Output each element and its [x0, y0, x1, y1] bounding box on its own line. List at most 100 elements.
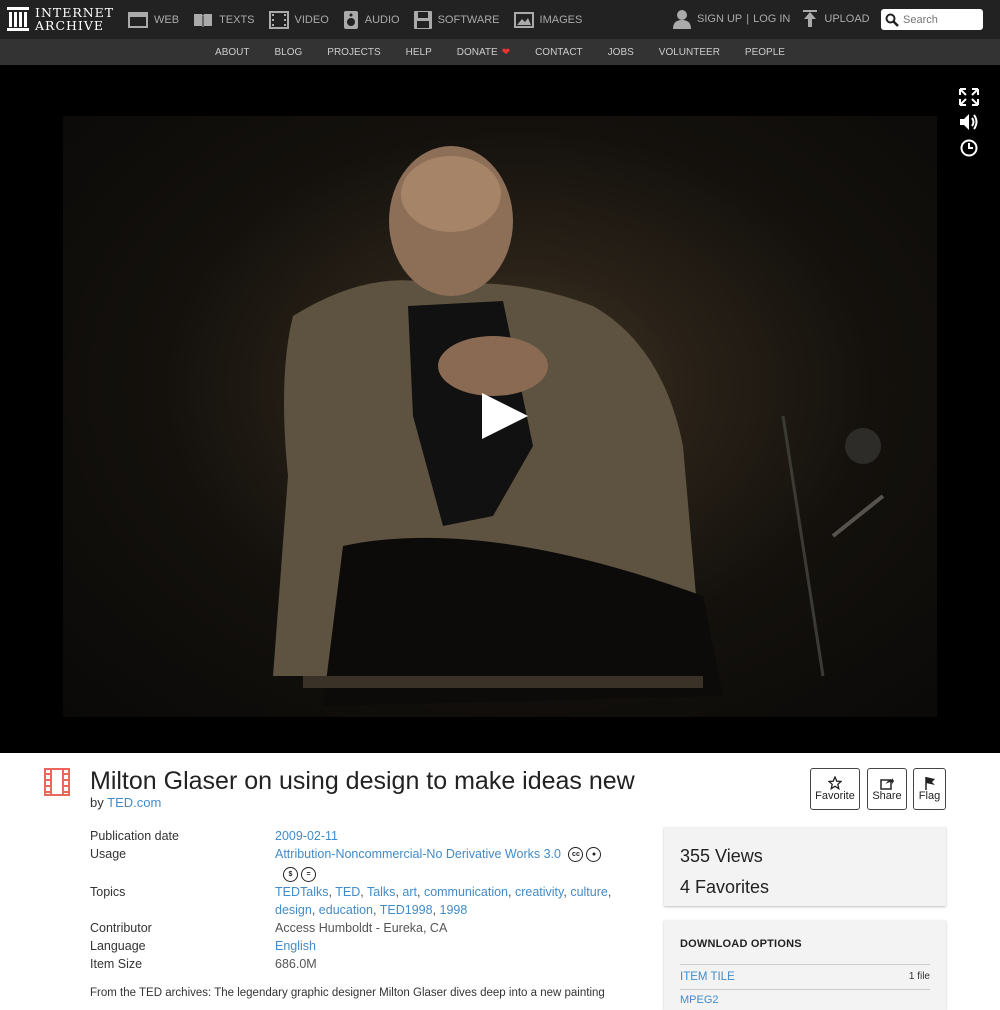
upload-label: UPLOAD — [824, 13, 870, 25]
subnav-about[interactable]: ABOUT — [215, 47, 249, 58]
search-box — [881, 9, 983, 30]
license-icons: cc ● — [568, 847, 602, 863]
nav-images-label: IMAGES — [539, 13, 583, 26]
search-icon[interactable] — [885, 13, 899, 27]
publication-date-link[interactable]: 2009-02-11 — [275, 829, 338, 843]
download-options-panel: DOWNLOAD OPTIONS ITEM TILE 1 file MPEG2 — [664, 920, 946, 1010]
internet-archive-logo[interactable]: INTERNET ARCHIVE — [7, 6, 114, 32]
no-derivatives-icon[interactable]: = — [301, 867, 316, 883]
volume-icon[interactable] — [958, 112, 980, 132]
views-count: 355 Views — [680, 846, 763, 866]
log-in-link[interactable]: LOG IN — [753, 13, 790, 25]
clock-icon[interactable] — [958, 138, 980, 158]
creator-link[interactable]: TED.com — [107, 795, 161, 810]
share-button[interactable]: Share — [867, 768, 907, 810]
nav-images[interactable]: IMAGES — [513, 11, 583, 28]
topic-link[interactable]: Talks — [367, 885, 395, 899]
topic-link[interactable]: communication — [424, 885, 508, 899]
logo-line-2: ARCHIVE — [35, 18, 104, 33]
subnav-donate-label: DONATE — [456, 46, 498, 58]
share-icon — [880, 778, 894, 790]
stats-panel: 355 Views 4 Favorites — [664, 827, 946, 906]
topic-link[interactable]: 1998 — [440, 903, 468, 917]
download-options-title: DOWNLOAD OPTIONS — [680, 938, 802, 950]
noncommercial-icon[interactable]: $ — [283, 867, 298, 883]
subnav-projects[interactable]: PROJECTS — [327, 47, 380, 58]
download-row-next[interactable]: MPEG2 — [680, 989, 930, 1006]
meta-contributor: Contributor Access Humboldt - Eureka, CA — [90, 919, 620, 937]
software-icon — [413, 10, 432, 29]
meta-topics: Topics TEDTalks, TED, Talks, art, commun… — [90, 883, 620, 919]
meta-usage: Usage Attribution-Noncommercial-No Deriv… — [90, 845, 620, 883]
nav-texts[interactable]: TEXTS — [193, 12, 255, 28]
nav-web[interactable]: WEB — [128, 11, 180, 28]
nav-video-label: VIDEO — [294, 13, 329, 26]
star-icon — [828, 776, 842, 790]
upload-icon — [803, 10, 818, 27]
attribution-icon[interactable]: ● — [586, 847, 602, 863]
subnav-help[interactable]: HELP — [406, 47, 432, 58]
subnav-blog[interactable]: BLOG — [274, 47, 302, 58]
meta-item-size: Item Size 686.0M — [90, 955, 620, 973]
texts-icon — [194, 13, 213, 27]
secondary-navigation: ABOUT BLOG PROJECTS HELP DONATE ❤ CONTACT… — [0, 39, 1000, 65]
item-title: Milton Glaser on using design to make id… — [90, 767, 635, 795]
usage-label: Usage — [90, 847, 127, 861]
user-menu: SIGN UP | LOG IN UPLOAD — [673, 9, 870, 29]
fullscreen-icon[interactable] — [958, 87, 980, 107]
archive-building-icon — [7, 7, 29, 31]
play-button[interactable] — [482, 393, 528, 439]
upload-link[interactable]: UPLOAD — [802, 10, 870, 28]
subnav-volunteer[interactable]: VOLUNTEER — [659, 47, 720, 58]
nav-software-label: SOFTWARE — [437, 13, 500, 26]
video-player[interactable] — [63, 116, 937, 717]
flag-button[interactable]: Flag — [913, 768, 946, 810]
web-icon — [128, 11, 148, 28]
topics-label: Topics — [90, 885, 126, 899]
video-theatre — [0, 65, 1000, 753]
item-tile-count: 1 file — [908, 971, 930, 982]
topic-link[interactable]: TEDTalks — [275, 885, 328, 899]
byline: by TED.com — [90, 795, 161, 810]
top-navigation: INTERNET ARCHIVE WEB TEXTS VIDEO AUDIO S… — [0, 0, 1000, 39]
search-input[interactable] — [903, 13, 983, 26]
subnav-contact[interactable]: CONTACT — [535, 47, 583, 58]
metadata-list: Publication date 2009-02-11 Usage Attrib… — [90, 827, 620, 973]
topic-link[interactable]: design — [275, 903, 312, 917]
nav-video[interactable]: VIDEO — [268, 10, 329, 29]
creative-commons-icon[interactable]: cc — [568, 847, 584, 863]
favorite-button[interactable]: Favorite — [810, 768, 860, 810]
sign-up-link[interactable]: SIGN UP — [697, 13, 742, 25]
media-type-nav: WEB TEXTS VIDEO AUDIO SOFTWARE IMAGES — [128, 0, 596, 39]
subnav-jobs[interactable]: JOBS — [608, 47, 634, 58]
favorite-label: Favorite — [815, 790, 855, 802]
topic-link[interactable]: culture — [570, 885, 608, 899]
item-size-value: 686.0M — [275, 957, 317, 971]
nav-software[interactable]: SOFTWARE — [413, 10, 500, 29]
item-tile-link[interactable]: ITEM TILE — [680, 971, 735, 983]
item-description: From the TED archives: The legendary gra… — [90, 987, 605, 999]
favorites-count: 4 Favorites — [680, 877, 770, 897]
byline-label: by — [90, 795, 104, 810]
nav-web-label: WEB — [154, 13, 180, 26]
user-menu-separator: | — [746, 13, 750, 25]
subnav-donate[interactable]: DONATE ❤ — [457, 47, 510, 58]
meta-publication-date: Publication date 2009-02-11 — [90, 827, 620, 845]
contributor-value: Access Humboldt - Eureka, CA — [275, 921, 448, 935]
nav-audio[interactable]: AUDIO — [343, 10, 400, 29]
download-row-item-tile: ITEM TILE 1 file — [680, 964, 930, 983]
topic-link[interactable]: art — [402, 885, 417, 899]
topic-link[interactable]: education — [319, 903, 373, 917]
user-icon — [673, 10, 691, 29]
license-link[interactable]: Attribution-Noncommercial-No Derivative … — [275, 847, 561, 861]
item-details: Milton Glaser on using design to make id… — [0, 753, 1000, 1010]
video-icon — [268, 10, 289, 29]
nav-texts-label: TEXTS — [219, 13, 255, 26]
language-link[interactable]: English — [275, 939, 316, 953]
audio-icon — [343, 10, 358, 29]
subnav-people[interactable]: PEOPLE — [745, 47, 785, 58]
topic-link[interactable]: creativity — [515, 885, 563, 899]
topic-link[interactable]: TED — [335, 885, 360, 899]
language-label: Language — [90, 939, 146, 953]
topic-link[interactable]: TED1998 — [380, 903, 433, 917]
